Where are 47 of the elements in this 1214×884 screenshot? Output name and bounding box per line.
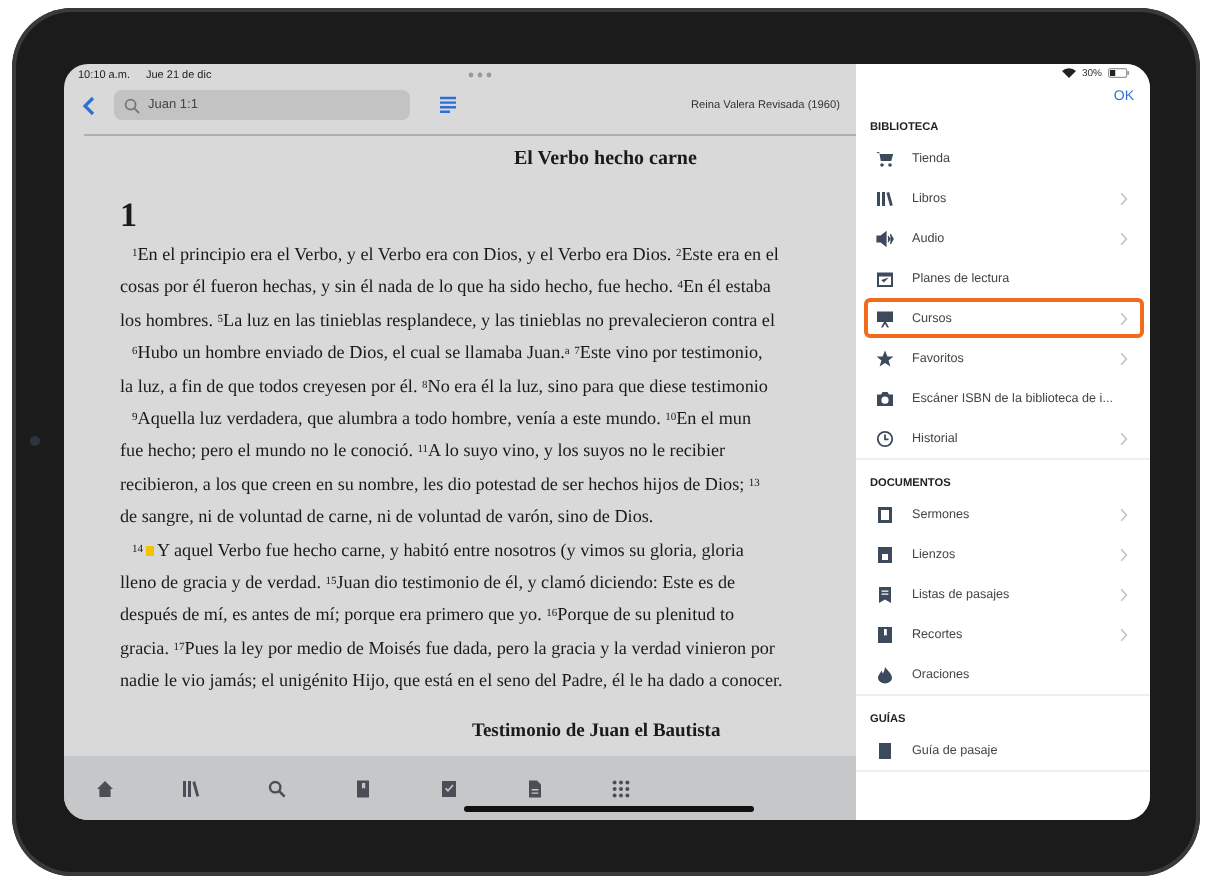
search-icon[interactable] — [268, 779, 286, 797]
verse-text: recibieron, a los que creen en su nombre, les dio potestad de ser hechos hijos de Dios; $^{13}$ — [120, 473, 760, 494]
battery-icon — [1108, 68, 1130, 78]
search-icon — [124, 97, 140, 113]
list-icon[interactable] — [440, 96, 456, 114]
star-icon — [876, 349, 894, 367]
cart-icon — [876, 149, 894, 167]
verse-text: $^{1}$En el principio era el Verbo, y el Verbo era con Dios, y el Verbo era Dios. $^{2}$Este era en el — [132, 244, 779, 264]
verse-text: fue hecho; pero el mundo no le conoció. $^{11}$A lo suyo vino, y los suyos no le recibier — [120, 440, 726, 461]
verse-text: la luz, a fin de que todos creyesen por él. $^{8}$No era él la luz, sino para que diese testimonio — [120, 375, 768, 396]
bookmark-list-icon — [876, 585, 894, 603]
highlight-marker-icon[interactable] — [145, 545, 153, 556]
guide-icon — [876, 741, 894, 759]
camera-icon — [30, 436, 40, 446]
flame-icon — [876, 665, 894, 683]
bookmark-icon[interactable] — [354, 779, 372, 797]
verse-text: $^{6}$Hubo un hombre enviado de Dios, el cual se llamaba Juan.$^{a}$ $^{7}$Este vino por testimonio, — [132, 342, 763, 363]
clipping-icon — [876, 625, 894, 643]
calendar-check-icon — [876, 269, 894, 287]
chapter-number: 1 — [120, 196, 139, 236]
back-icon[interactable] — [82, 95, 96, 115]
verse-text: de sangre, ni de voluntad de carne, ni de voluntad de varón, sino de Dios. — [120, 506, 654, 527]
section-heading: Testimonio de Juan el Bautista — [472, 721, 723, 742]
speaker-icon — [876, 229, 894, 247]
verse-text: gracia. $^{17}$Pues la ley por medio de Moisés fue dada, pero la gracia y la verdad vinieron por — [120, 637, 775, 658]
verse-text: después de mí, es antes de mí; porque era primero que yo. $^{16}$Porque de su plenitud to — [120, 604, 735, 625]
verse-text: Y aquel Verbo fue hecho carne, y habitó entre nosotros (y vimos su gloria, gloria — [157, 539, 744, 560]
multitask-dots-icon — [467, 72, 492, 78]
presentation-icon — [876, 309, 894, 327]
wifi-icon — [1061, 68, 1076, 78]
grid-icon[interactable] — [612, 779, 630, 797]
verse-text: cosas por él fueron hechas, y sin él nada de lo que ha sido hecho, fue hecho. $^{4}$En él estaba — [120, 276, 771, 297]
verse-text: lleno de gracia y de verdad. $^{15}$Juan dio testimonio de él, y clamó diciendo: Este es de — [120, 572, 736, 593]
verse-text: nadie le vio jamás; el unigénito Hijo, que está en el seno del Padre, él le ha dado a conocer. — [120, 670, 783, 691]
camera-icon — [876, 389, 894, 407]
document-icon[interactable] — [526, 779, 544, 797]
document-icon — [876, 505, 894, 523]
books-icon[interactable] — [182, 779, 200, 797]
books-icon — [876, 189, 894, 207]
verse-text: los hombres. $^{5}$La luz en las tinieblas resplandece, y las tinieblas no prevalecieron contra el — [120, 309, 775, 330]
checklist-icon[interactable] — [440, 779, 458, 797]
verse-number: 14 — [132, 542, 143, 555]
section-heading: El Verbo hecho carne — [514, 148, 699, 170]
clock-icon — [876, 429, 894, 447]
verse-text: $^{9}$Aquella luz verdadera, que alumbra a todo hombre, venía a este mundo. $^{10}$En el mun — [132, 408, 752, 429]
home-icon[interactable] — [96, 779, 114, 797]
canvas-icon — [876, 545, 894, 563]
